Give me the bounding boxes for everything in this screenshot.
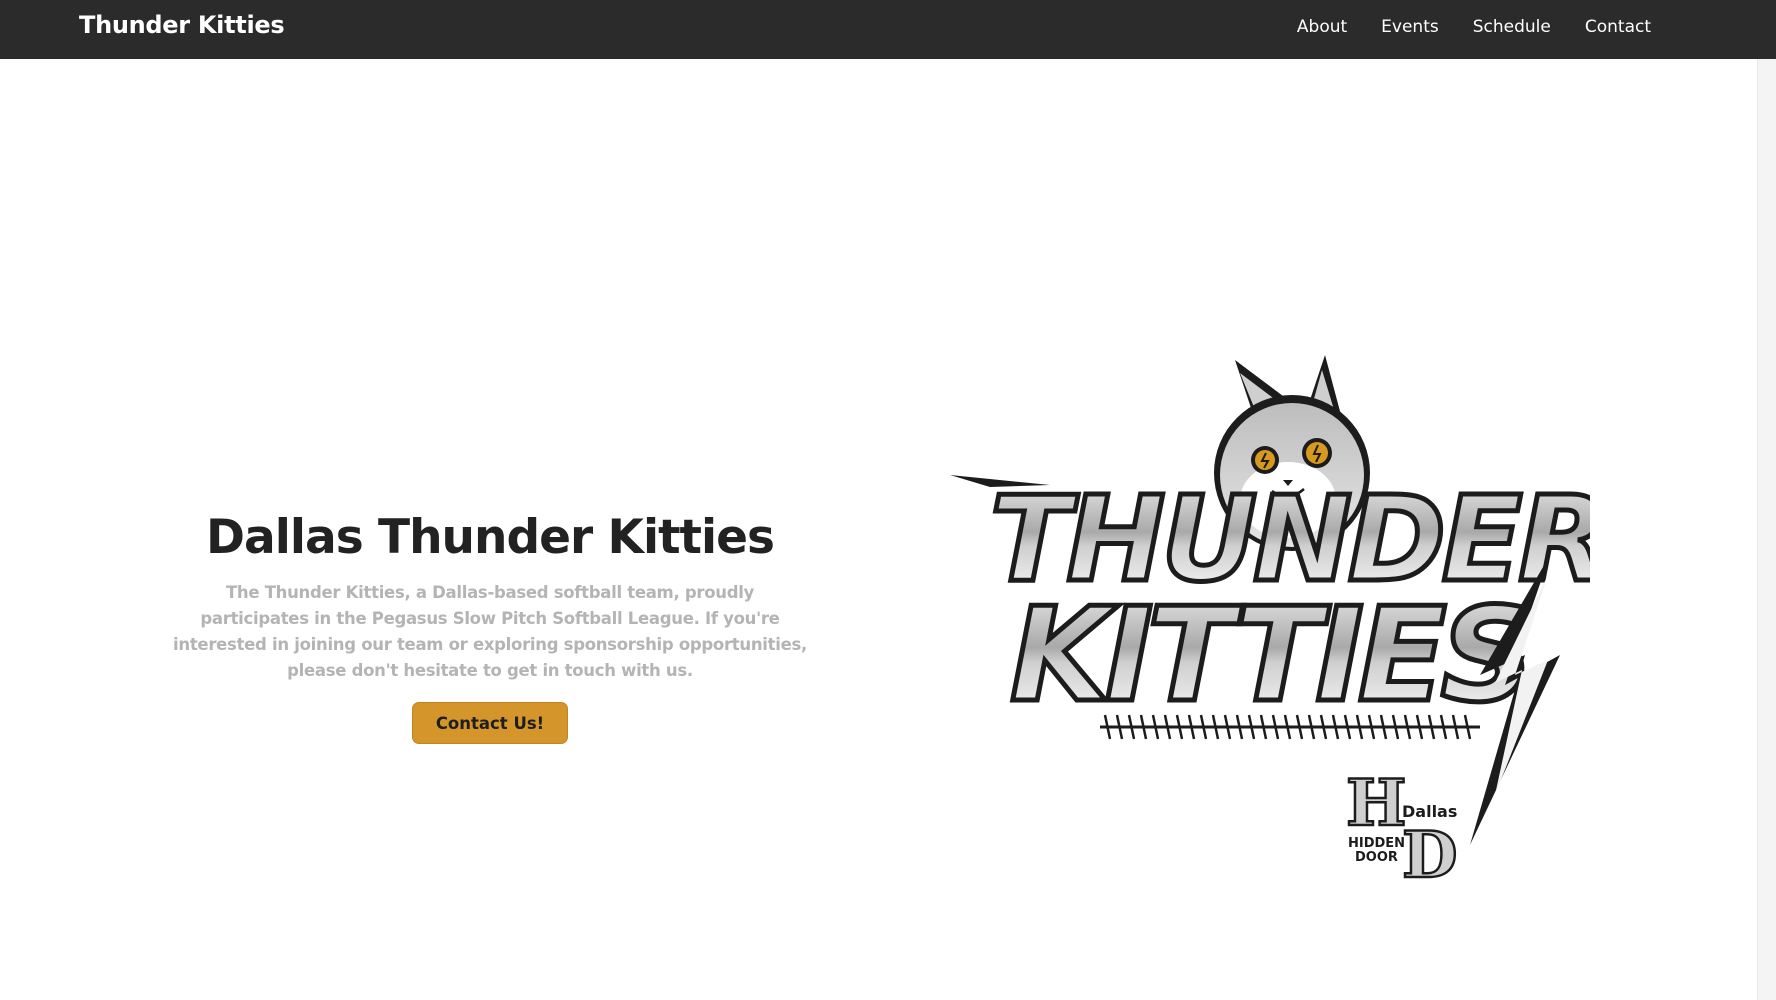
sponsor-word-door: DOOR	[1355, 850, 1398, 865]
page: Thunder Kitties About Events Schedule Co…	[0, 0, 1776, 1000]
nav-link-about[interactable]: About	[1297, 17, 1347, 37]
team-logo-graphic: THUNDER KITTIES H Dallas HIDDEN DOOR D	[950, 355, 1612, 895]
hero-section: Dallas Thunder Kitties The Thunder Kitti…	[160, 510, 820, 745]
nav-link-events[interactable]: Events	[1381, 17, 1439, 37]
hero-description: The Thunder Kitties, a Dallas-based soft…	[173, 583, 807, 681]
sponsor-letter-d: D	[1402, 818, 1458, 893]
contact-us-button[interactable]: Contact Us!	[412, 702, 568, 745]
nav-link-contact[interactable]: Contact	[1585, 17, 1651, 37]
top-navbar: Thunder Kitties About Events Schedule Co…	[0, 0, 1776, 59]
logo-wordmark: THUNDER KITTIES	[950, 468, 1612, 845]
nav-link-schedule[interactable]: Schedule	[1473, 17, 1551, 37]
hero-title: Dallas Thunder Kitties	[206, 510, 775, 565]
logo-line2: KITTIES	[1010, 579, 1528, 731]
hidden-door-sponsor-logo: H Dallas HIDDEN DOOR D	[1345, 765, 1459, 895]
sponsor-word-hidden: HIDDEN	[1348, 836, 1405, 851]
page-scrollbar[interactable]	[1757, 0, 1776, 1000]
nav-links: About Events Schedule Contact	[1297, 17, 1651, 37]
team-logo: THUNDER KITTIES H Dallas HIDDEN DOOR D	[950, 325, 1612, 905]
sponsor-letter-h: H	[1346, 766, 1406, 841]
brand-logo-link[interactable]: Thunder Kitties	[79, 11, 285, 39]
